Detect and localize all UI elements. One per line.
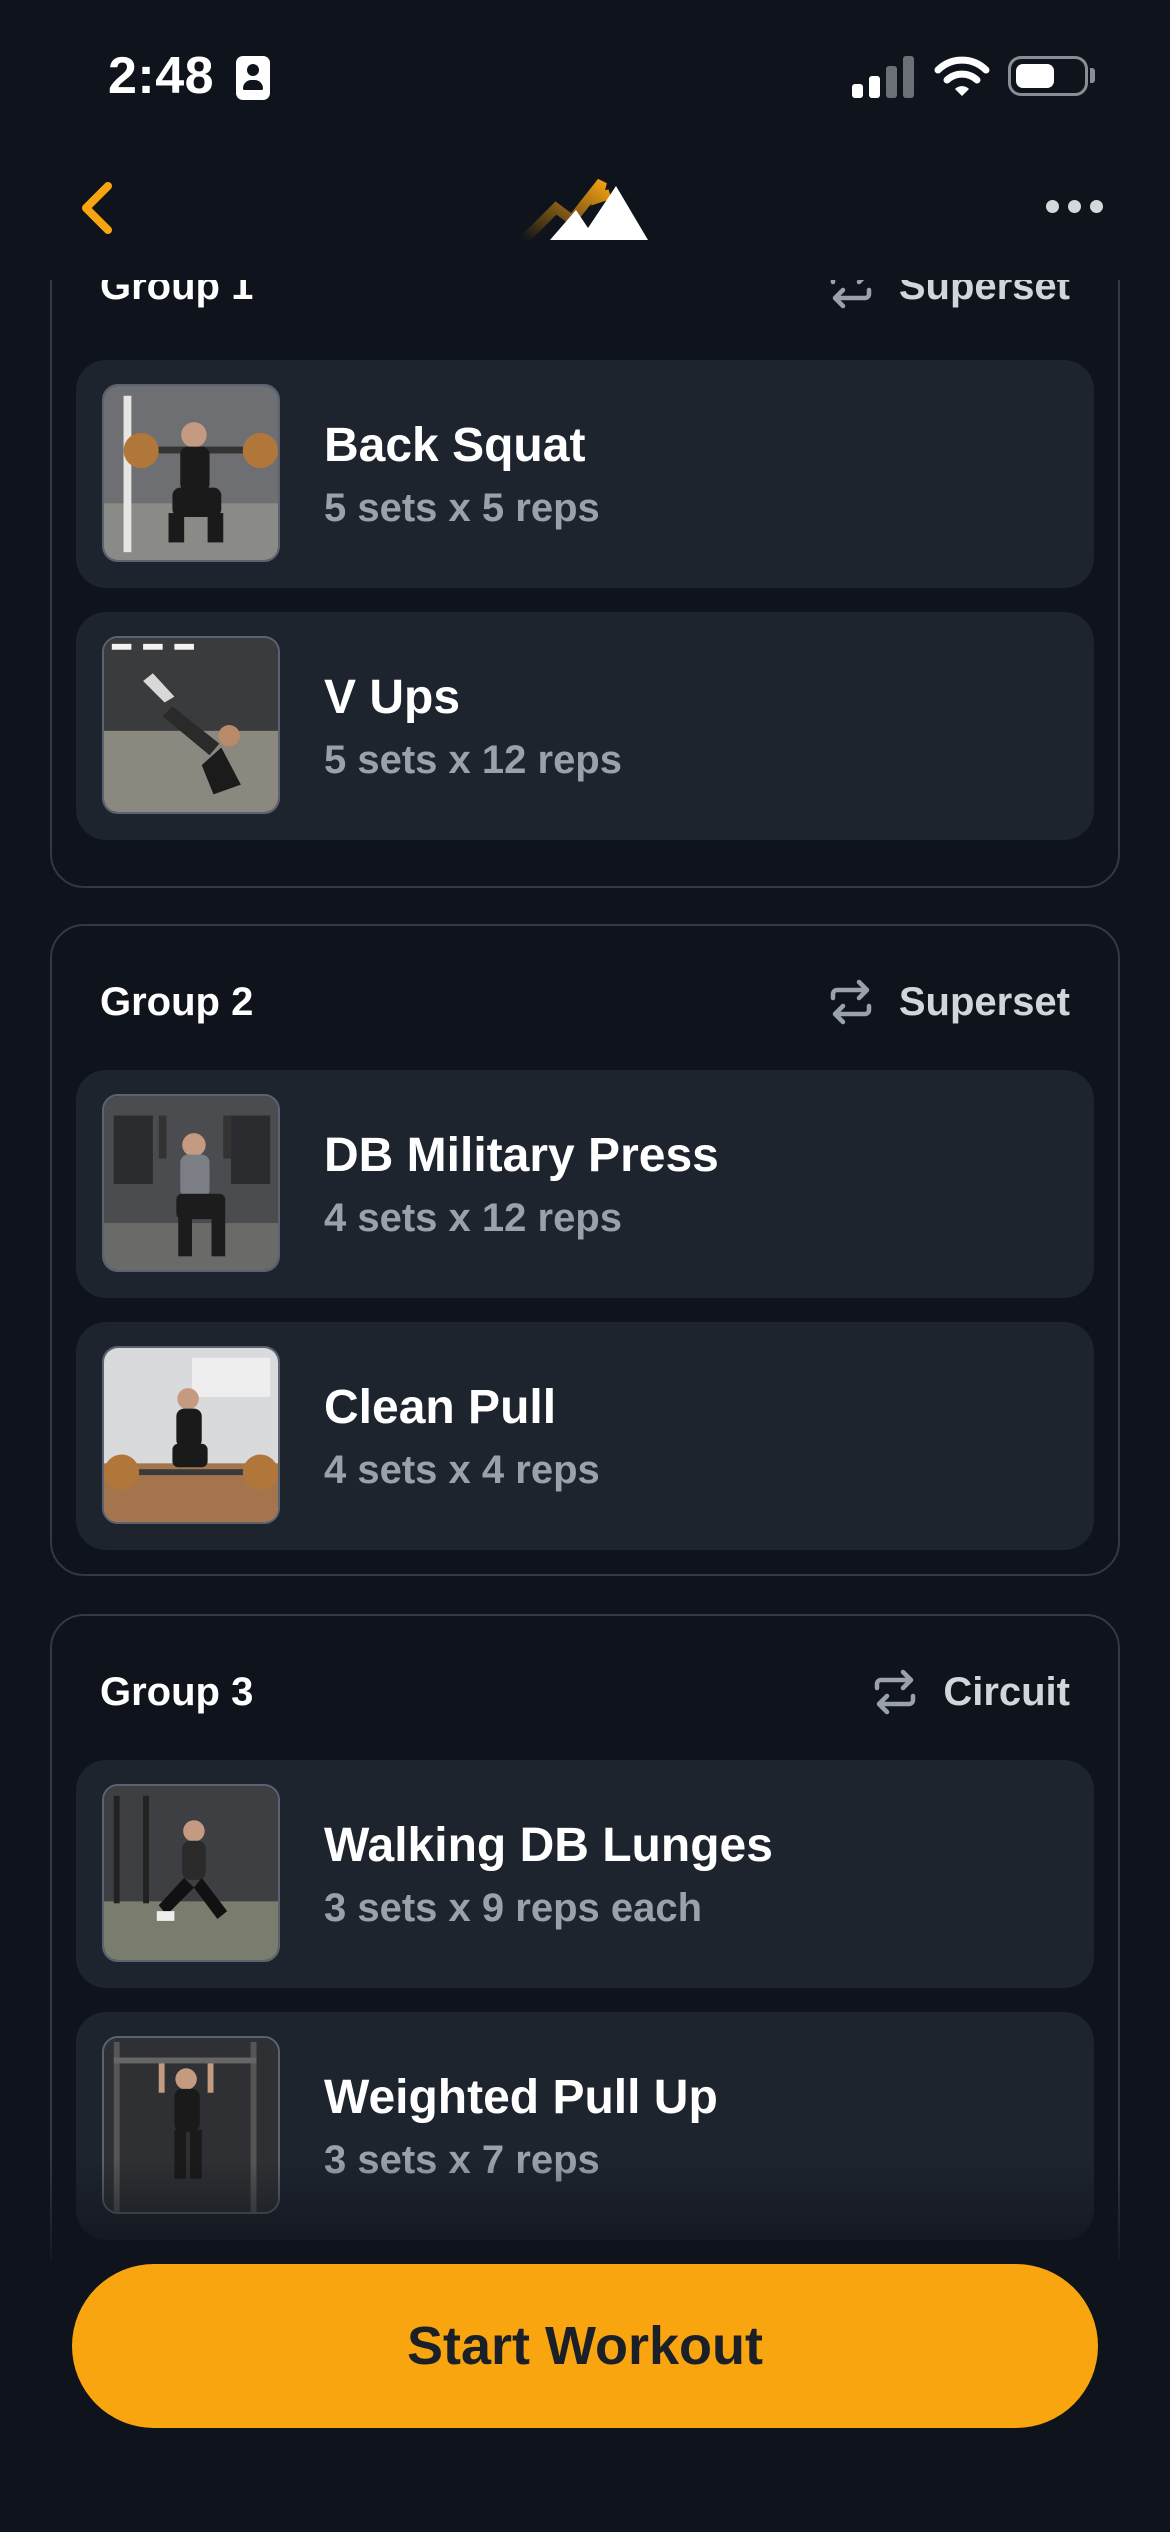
exercise-card[interactable]: Clean Pull 4 sets x 4 reps	[76, 1322, 1094, 1550]
start-workout-button[interactable]: Start Workout	[72, 2264, 1098, 2428]
group-type-label: Superset	[898, 979, 1070, 1024]
status-time: 2:48	[108, 47, 215, 105]
exercise-detail: 4 sets x 4 reps	[324, 1448, 600, 1492]
exercise-name: Back Squat	[324, 419, 586, 472]
battery-icon	[1008, 56, 1088, 96]
repeat-icon	[830, 280, 872, 309]
group-type-label: Circuit	[943, 1669, 1070, 1714]
group-header: Group 1 Superset	[100, 280, 1070, 316]
exercise-card[interactable]: DB Military Press 4 sets x 12 reps	[76, 1070, 1094, 1298]
mountain-logo-icon	[520, 178, 648, 242]
exercise-card[interactable]: Walking DB Lunges 3 sets x 9 reps each	[76, 1760, 1094, 1988]
exercise-thumbnail	[102, 384, 280, 562]
group-title: Group 1	[100, 280, 254, 308]
repeat-icon	[830, 979, 872, 1025]
start-workout-label: Start Workout	[406, 2316, 763, 2376]
exercise-name: Weighted Pull Up	[324, 2071, 718, 2124]
group-header: Group 3 Circuit	[100, 1662, 1070, 1722]
chevron-left-icon	[82, 182, 112, 234]
repeat-icon	[875, 1669, 916, 1715]
group-header: Group 2 Superset	[100, 972, 1070, 1032]
status-bar: 2:48	[0, 0, 1170, 150]
group-type: Superset	[827, 280, 1070, 316]
group-title: Group 3	[100, 1670, 254, 1714]
exercise-name: Walking DB Lunges	[324, 1819, 773, 1872]
more-button[interactable]	[1046, 196, 1104, 218]
back-button[interactable]	[70, 178, 130, 238]
exercise-thumbnail	[102, 1784, 280, 1962]
group-type: Circuit	[871, 1662, 1070, 1722]
exercise-detail: 5 sets x 5 reps	[324, 486, 600, 530]
exercise-name: DB Military Press	[324, 1129, 719, 1182]
workout-group: Group 2 Superset DB Military Press 4 set…	[50, 924, 1120, 1576]
id-card-icon	[236, 56, 270, 100]
exercise-thumbnail	[102, 1346, 280, 1524]
exercise-name: V Ups	[324, 671, 461, 724]
group-type-label: Superset	[898, 280, 1070, 308]
exercise-card[interactable]: V Ups 5 sets x 12 reps	[76, 612, 1094, 840]
exercise-detail: 3 sets x 9 reps each	[324, 1886, 703, 1930]
exercise-detail: 5 sets x 12 reps	[324, 738, 622, 782]
exercise-detail: 4 sets x 12 reps	[324, 1196, 622, 1240]
bottom-fade	[0, 2160, 1170, 2260]
group-title: Group 2	[100, 980, 254, 1024]
workout-group-list[interactable]: Group 1 Superset Back Squat 5 sets x 5 r…	[0, 280, 1170, 2260]
exercise-name: Clean Pull	[324, 1381, 557, 1434]
exercise-card[interactable]: Back Squat 5 sets x 5 reps	[76, 360, 1094, 588]
exercise-thumbnail	[102, 636, 280, 814]
signal-icon	[852, 56, 916, 98]
workout-group: Group 1 Superset Back Squat 5 sets x 5 r…	[50, 280, 1120, 888]
wifi-icon	[934, 56, 990, 96]
group-type: Superset	[827, 972, 1070, 1032]
exercise-thumbnail	[102, 1094, 280, 1272]
more-horizontal-icon	[1046, 200, 1059, 213]
